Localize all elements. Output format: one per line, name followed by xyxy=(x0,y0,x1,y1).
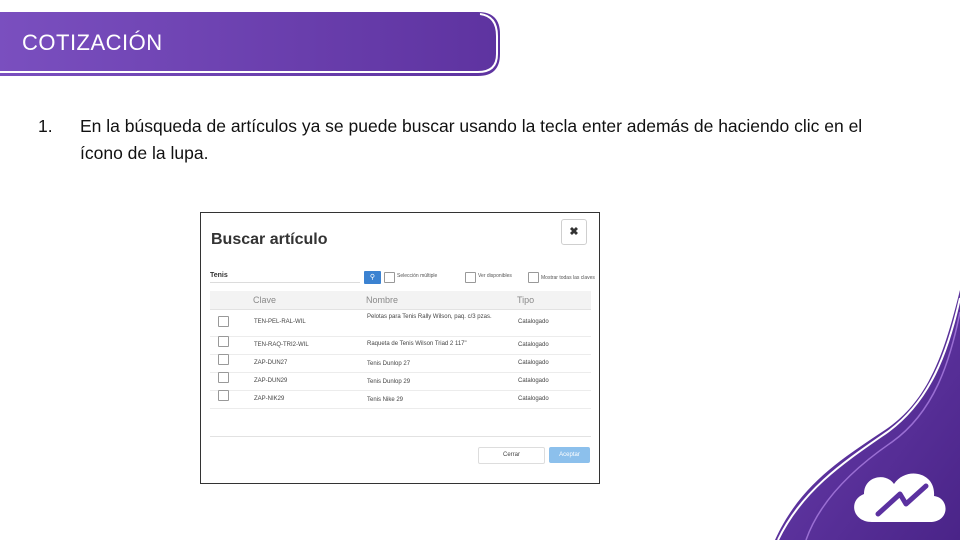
column-header-tipo[interactable]: Tipo xyxy=(517,295,534,305)
row-checkbox[interactable] xyxy=(218,336,229,347)
cell-clave: ZAP-NIK29 xyxy=(254,396,285,402)
cell-nombre: Tenis Nike 29 xyxy=(367,397,404,403)
cell-nombre: Tenis Dunlop 27 xyxy=(367,361,411,367)
banner-title: COTIZACIÓN xyxy=(22,30,163,55)
footer-divider xyxy=(210,436,591,437)
cell-tipo: Catalogado xyxy=(518,396,549,402)
search-icon: ⚲ xyxy=(369,274,376,281)
option-show-all-keys[interactable]: Mostrar todas las claves xyxy=(528,272,598,283)
point-text: En la búsqueda de artículos ya se puede … xyxy=(80,116,863,163)
cell-clave: ZAP-DUN27 xyxy=(254,360,288,366)
cell-clave: TEN-PEL-RAL-WIL xyxy=(254,319,306,325)
option-label: Mostrar todas las claves xyxy=(541,275,595,281)
aceptar-button[interactable]: Aceptar xyxy=(549,447,590,463)
cell-tipo: Catalogado xyxy=(518,378,549,384)
cerrar-button[interactable]: Cerrar xyxy=(478,447,545,464)
column-header-clave[interactable]: Clave xyxy=(253,295,276,305)
table-row[interactable]: TEN-PEL-RAL-WIL Pelotas para Tenis Rally… xyxy=(210,310,591,337)
title-banner: COTIZACIÓN xyxy=(0,12,500,76)
row-checkbox[interactable] xyxy=(218,354,229,365)
table-row[interactable]: ZAP-NIK29 Tenis Nike 29 Catalogado xyxy=(210,390,591,409)
cell-tipo: Catalogado xyxy=(518,360,549,366)
option-label: Ver disponibles xyxy=(478,273,512,279)
option-multi-select[interactable]: Selección múltiple xyxy=(384,272,438,283)
search-button[interactable]: ⚲ xyxy=(364,271,381,284)
row-checkbox[interactable] xyxy=(218,372,229,383)
cell-nombre: Pelotas para Tenis Rally Wilson, paq. c/… xyxy=(367,314,492,320)
table-row[interactable]: TEN-RAQ-TRI2-WIL Raqueta de Tenis Wilson… xyxy=(210,336,591,355)
search-article-dialog: Buscar artículo ✖ Tenis ⚲ Selección múlt… xyxy=(200,212,600,484)
option-show-available[interactable]: Ver disponibles xyxy=(465,272,512,283)
checkbox[interactable] xyxy=(465,272,476,283)
search-input[interactable]: Tenis xyxy=(210,272,360,283)
cell-nombre: Raqueta de Tenis Wilson Triad 2 117" xyxy=(367,341,467,347)
cell-tipo: Catalogado xyxy=(518,342,549,348)
decorative-corner xyxy=(775,290,960,540)
cell-clave: TEN-RAQ-TRI2-WIL xyxy=(254,342,309,348)
point-number: 1. xyxy=(38,116,53,136)
close-icon: ✖ xyxy=(569,226,579,238)
table-row[interactable]: ZAP-DUN29 Tenis Dunlop 29 Catalogado xyxy=(210,372,591,391)
results-table: Clave Nombre Tipo TEN-PEL-RAL-WIL Pelota… xyxy=(210,291,591,409)
cell-clave: ZAP-DUN29 xyxy=(254,378,288,384)
close-button[interactable]: ✖ xyxy=(561,219,587,245)
cell-tipo: Catalogado xyxy=(518,319,549,325)
checkbox[interactable] xyxy=(384,272,395,283)
option-label: Selección múltiple xyxy=(397,273,438,279)
table-row[interactable]: ZAP-DUN27 Tenis Dunlop 27 Catalogado xyxy=(210,354,591,373)
dialog-title: Buscar artículo xyxy=(211,231,328,248)
row-checkbox[interactable] xyxy=(218,390,229,401)
table-header: Clave Nombre Tipo xyxy=(210,291,591,310)
cell-nombre: Tenis Dunlop 29 xyxy=(367,379,411,385)
checkbox[interactable] xyxy=(528,272,539,283)
row-checkbox[interactable] xyxy=(218,316,229,327)
column-header-nombre[interactable]: Nombre xyxy=(366,295,398,305)
